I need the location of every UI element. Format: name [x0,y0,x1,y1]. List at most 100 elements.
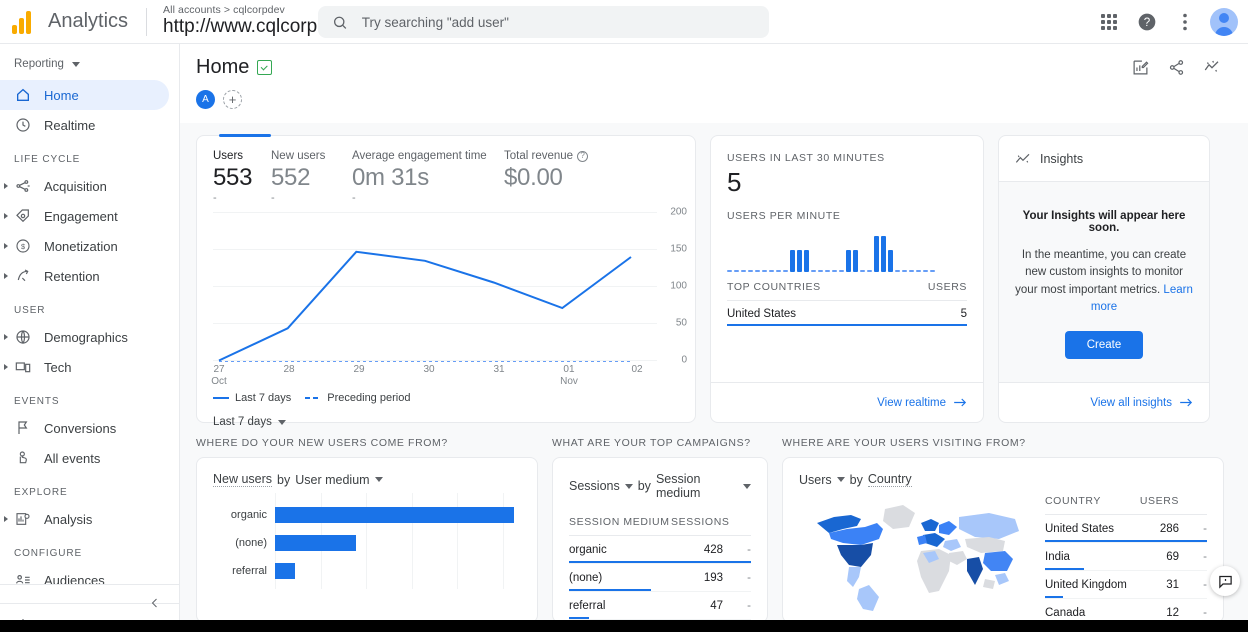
more-options-button[interactable] [1168,5,1202,39]
dashboard-row-2: WHERE DO YOUR NEW USERS COME FROM? New u… [196,437,1232,620]
date-range-selector[interactable]: Last 7 days [213,416,286,428]
chevron-left-icon [151,598,157,607]
metric-users[interactable]: Users 553 - [213,150,271,204]
insights-button[interactable] [1198,53,1226,81]
help-icon[interactable]: ? [577,150,589,162]
dimension-selector[interactable]: Session medium [656,472,738,500]
apps-grid-button[interactable] [1092,5,1126,39]
metric-avg-engagement-time[interactable]: Average engagement time 0m 31s - [352,150,504,204]
table-row[interactable]: Canada 12 - [1045,599,1207,620]
geo-section: WHERE ARE YOUR USERS VISITING FROM? User… [782,437,1224,620]
x-tick: 29 [353,364,365,375]
sidebar-item-all-events[interactable]: All events [0,443,169,473]
customize-report-button[interactable] [1126,53,1154,81]
spark-bar [741,270,746,272]
row-value: 31 [1166,579,1179,591]
bar-fill [275,535,357,551]
bar-fill [275,507,514,523]
sidebar-item-label: Tech [44,359,72,375]
legend-label: Last 7 days [235,392,292,404]
metric-selector[interactable]: Sessions [569,479,620,493]
view-all-insights-link[interactable]: View all insights [1090,397,1193,409]
row-label: organic [569,544,607,556]
spark-bar [727,270,732,272]
sidebar-item-home[interactable]: Home [0,80,169,110]
search-bar[interactable] [318,6,769,38]
sidebar-item-engagement[interactable]: Engagement [0,201,169,231]
bar-row[interactable]: organic [213,501,521,529]
insights-description: In the meantime, you can create new cust… [1013,247,1195,316]
table-row[interactable]: United Kingdom 31 - [1045,571,1207,599]
view-realtime-link[interactable]: View realtime [877,397,967,409]
sidebar-item-tech[interactable]: Tech [0,352,169,382]
row-bar [727,324,967,326]
metric-selector[interactable]: New users [213,472,273,487]
sidebar-item-conversions[interactable]: Conversions [0,413,169,443]
x-tick: 30 [423,364,435,375]
reporting-selector[interactable]: Reporting [0,44,179,80]
realtime-users-label: USERS IN LAST 30 MINUTES [727,152,885,164]
metric-value: $0.00 [504,164,563,191]
sidebar-item-label: Monetization [44,238,118,254]
bar-label: referral [232,565,267,577]
table-row[interactable]: organic 428 - [569,536,751,564]
users-overview-card: Users 553 - New users 552 - Average enga… [196,134,696,428]
table-row[interactable]: (none) 193 - [569,564,751,592]
collapse-sidebar-button[interactable] [0,584,179,620]
spark-bar [783,270,788,272]
metric-new-users[interactable]: New users 552 - [271,150,352,204]
chevron-down-icon[interactable] [374,477,383,482]
share-icon [1169,59,1183,75]
dimension-selector[interactable]: User medium [295,473,369,487]
y-tick: 150 [670,243,687,255]
sidebar-item-label: Engagement [44,208,118,224]
chevron-down-icon[interactable] [624,483,633,489]
spark-bar [930,270,935,272]
sidebar-item-demographics[interactable]: Demographics [0,322,169,352]
bar-fill [275,563,295,579]
retention-icon [14,267,32,285]
metric-sub [504,192,588,204]
avatar[interactable]: A [196,90,215,109]
search-input[interactable] [361,14,755,30]
sidebar-item-retention[interactable]: Retention [0,261,169,291]
feedback-chat-button[interactable] [1210,566,1240,596]
row-delta: - [1203,579,1207,591]
create-insight-button[interactable]: Create [1064,331,1144,359]
metric-total-revenue[interactable]: Total revenue ? $0.00 [504,150,589,204]
help-button[interactable]: ? [1130,5,1164,39]
table-row[interactable]: United States 5 [727,301,967,326]
chevron-down-icon[interactable] [836,477,845,482]
chevron-down-icon[interactable] [743,483,751,489]
table-row[interactable]: United States 286 - [1045,515,1207,543]
table-row[interactable]: India 69 - [1045,543,1207,571]
page-bottom-edge [180,620,1248,632]
bar-row[interactable]: (none) [213,529,521,557]
table-row[interactable]: referral 47 - [569,592,751,620]
chart-legend: Last 7 days Preceding period [213,392,679,404]
sidebar-item-analysis[interactable]: Analysis [0,504,169,534]
dimension-selector[interactable]: Country [867,472,912,487]
users-per-minute-chart[interactable] [727,228,967,272]
view-realtime-label: View realtime [877,396,946,409]
geo-table-header: COUNTRY USERS [1045,487,1207,515]
metric-value: 552 [271,164,311,191]
trending-insights-icon [1204,60,1219,72]
world-map[interactable] [799,493,1029,613]
spark-bar [797,250,802,272]
sidebar-item-acquisition[interactable]: Acquisition [0,171,169,201]
user-avatar[interactable] [1210,8,1238,36]
geo-card-body: COUNTRY USERS United States 286- India 69- U… [799,487,1207,620]
add-collaborator-button[interactable]: + [223,90,242,109]
sidebar-item-monetization[interactable]: $ Monetization [0,231,169,261]
share-button[interactable] [1162,53,1190,81]
column-header [723,516,751,528]
metric-selector[interactable]: Users [799,473,832,487]
bar-row[interactable]: referral [213,557,521,585]
spark-bar [846,250,851,272]
legend-item-preceding-period: Preceding period [305,392,410,404]
sidebar-item-realtime[interactable]: Realtime [0,110,169,140]
new-users-bar-chart[interactable]: organic (none) referral [213,493,521,589]
users-line-chart[interactable]: 200 150 100 50 0 [213,207,687,366]
column-header-users: USERS [927,281,967,293]
